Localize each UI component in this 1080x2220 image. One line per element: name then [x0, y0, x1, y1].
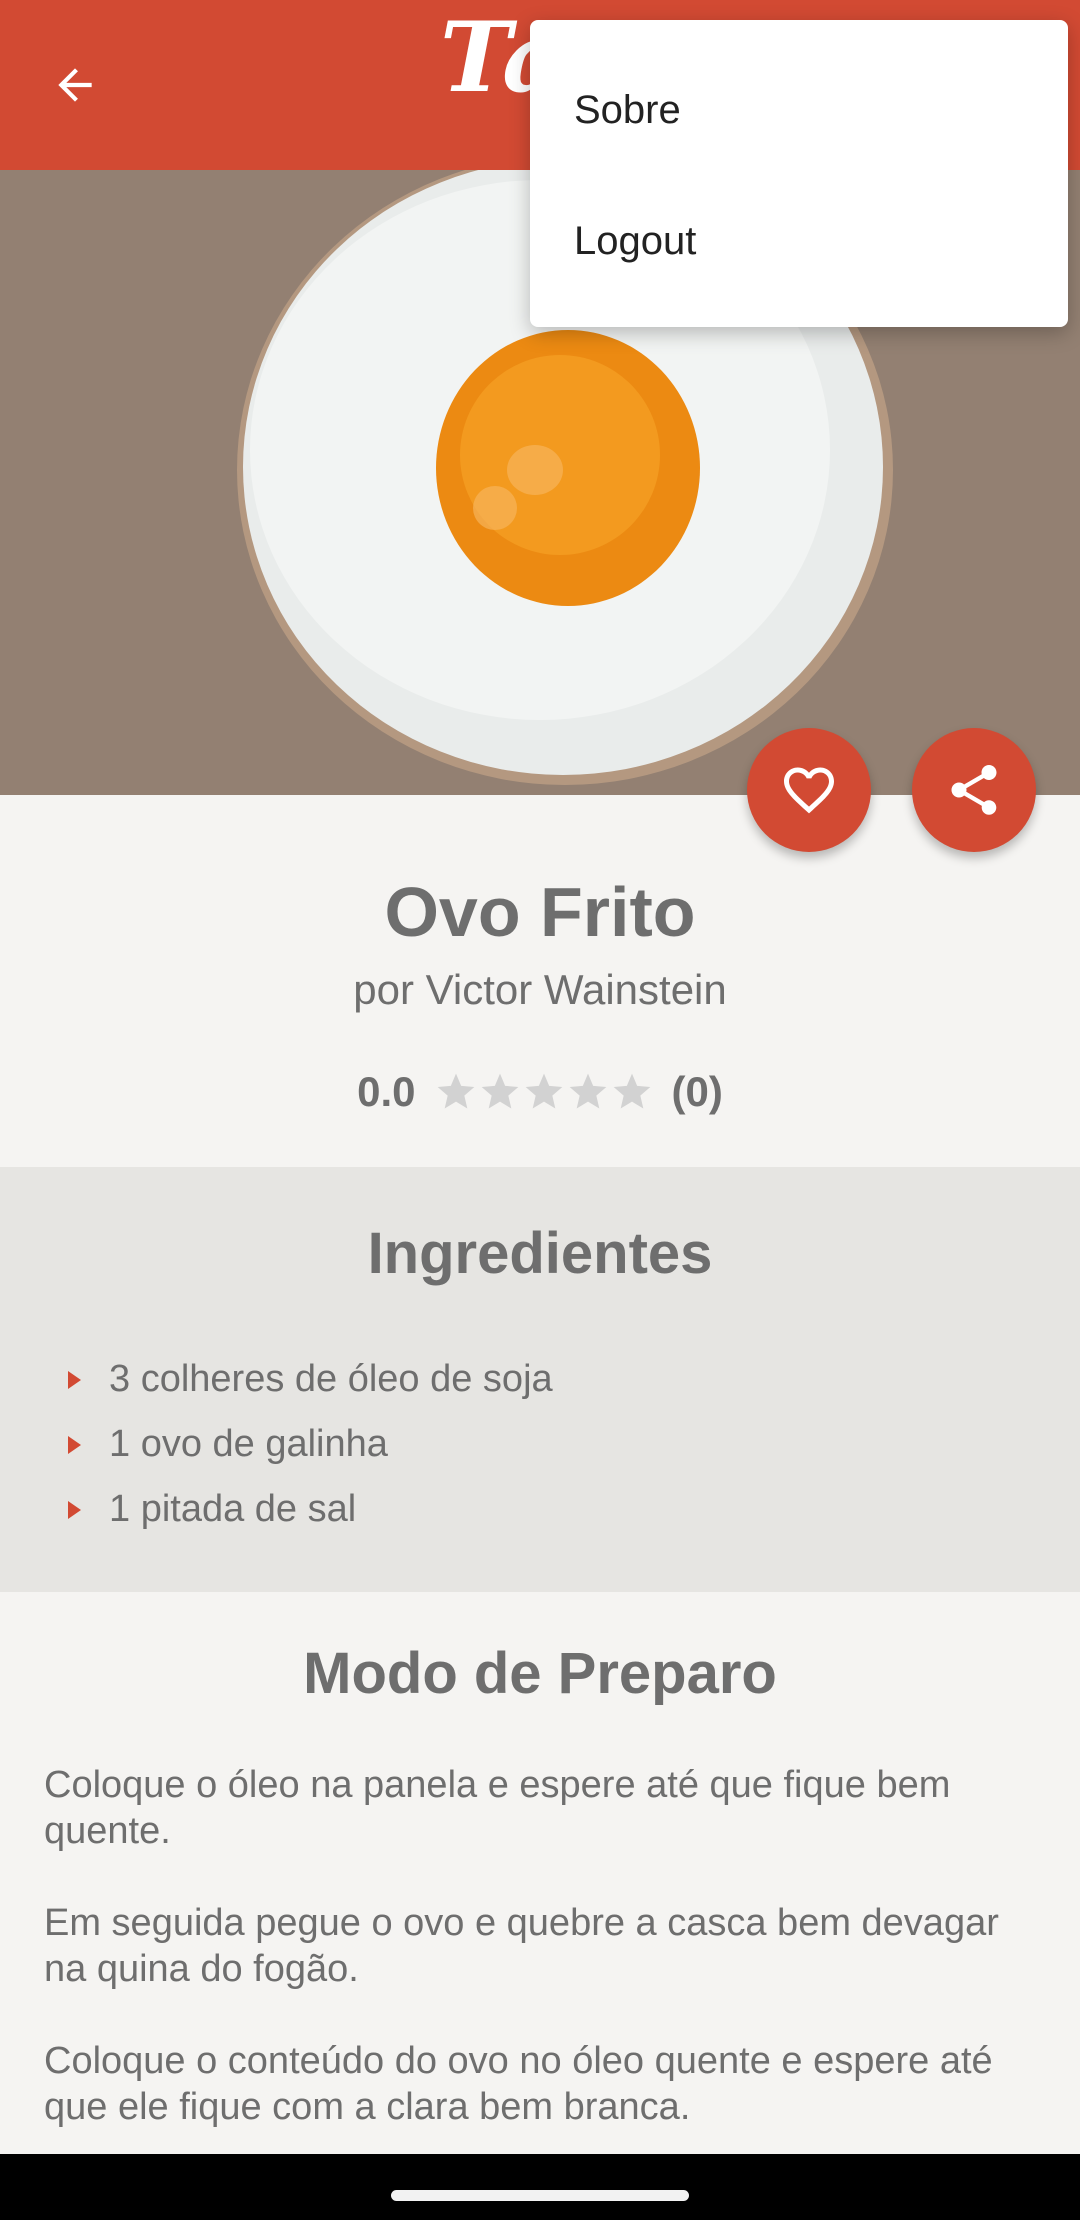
system-nav-bar: [0, 2154, 1080, 2220]
preparation-title: Modo de Preparo: [303, 1641, 777, 1706]
preparation-step: Coloque o óleo na panela e espere até qu…: [44, 1764, 951, 1852]
ingredients-section: Ingredientes 3 colheres de óleo de soja …: [0, 1167, 1080, 1592]
arrow-left-icon: [58, 68, 92, 102]
bullet-icon: [68, 1500, 81, 1519]
star-icon[interactable]: [610, 1070, 654, 1114]
recipe-title: Ovo Frito: [384, 873, 696, 951]
preparation-step: Em seguida pegue o ovo e quebre a casca …: [44, 1902, 999, 1990]
star-icon[interactable]: [478, 1070, 522, 1114]
recipe-author: por Victor Wainstein: [353, 966, 727, 1013]
home-gesture-bar[interactable]: [391, 2190, 689, 2201]
rating-stars[interactable]: [434, 1070, 654, 1114]
star-icon[interactable]: [522, 1070, 566, 1114]
rating-count: (0): [671, 1068, 723, 1115]
preparation-steps: Coloque o óleo na panela e espere até qu…: [44, 1762, 1044, 2176]
menu-item-sobre[interactable]: Sobre: [530, 45, 1068, 175]
share-icon: [951, 765, 997, 815]
star-icon[interactable]: [566, 1070, 610, 1114]
ingredients-list: 3 colheres de óleo de soja 1 ovo de gali…: [68, 1347, 553, 1542]
ingredient-item: 1 pitada de sal: [68, 1477, 553, 1542]
share-button[interactable]: [912, 728, 1036, 852]
rating-value: 0.0: [357, 1068, 416, 1115]
ingredients-title: Ingredientes: [367, 1221, 713, 1286]
favorite-button[interactable]: [747, 728, 871, 852]
ingredient-item: 3 colheres de óleo de soja: [68, 1347, 553, 1412]
rating-row: 0.0 (0): [0, 1068, 1080, 1116]
overflow-menu: Sobre Logout: [530, 20, 1068, 327]
bullet-icon: [68, 1370, 81, 1389]
menu-item-logout[interactable]: Logout: [530, 176, 1068, 306]
star-icon[interactable]: [434, 1070, 478, 1114]
ingredient-item: 1 ovo de galinha: [68, 1412, 553, 1477]
preparation-step: Coloque o conteúdo do ovo no óleo quente…: [44, 2040, 993, 2128]
back-button[interactable]: [40, 45, 110, 125]
heart-outline-icon: [784, 767, 834, 814]
bullet-icon: [68, 1435, 81, 1454]
